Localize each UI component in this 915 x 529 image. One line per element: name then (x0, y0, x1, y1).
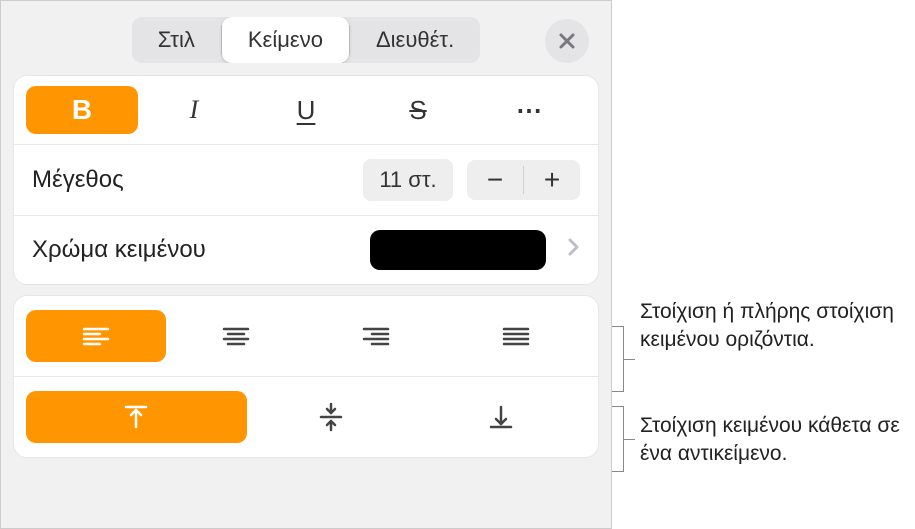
callout-horizontal: Στοίχιση ή πλήρης στοίχιση κειμένου οριζ… (640, 298, 905, 355)
strikethrough-button[interactable]: S (362, 86, 474, 134)
more-button[interactable]: ⋯ (474, 86, 586, 134)
strikethrough-icon: S (409, 95, 426, 126)
text-color-label: Χρώμα κειμένου (32, 236, 356, 264)
size-stepper: − + (467, 160, 580, 200)
align-justify-icon (502, 326, 530, 346)
bold-button[interactable]: B (26, 86, 138, 134)
size-value[interactable]: 11 στ. (363, 159, 453, 201)
chevron-right-icon[interactable] (560, 236, 588, 264)
valign-top-icon (124, 404, 148, 430)
tabs-row: Στιλ Κείμενο Διευθέτ. (1, 1, 611, 71)
text-color-row[interactable]: Χρώμα κειμένου (14, 216, 598, 284)
font-size-row: Μέγεθος 11 στ. − + (14, 145, 598, 216)
underline-icon: U (297, 95, 316, 126)
horizontal-align-row (14, 296, 598, 376)
size-label: Μέγεθος (32, 166, 349, 194)
style-row: B I U S ⋯ (14, 76, 598, 145)
valign-bottom-button[interactable] (416, 391, 586, 443)
align-center-button[interactable] (166, 310, 306, 362)
italic-button[interactable]: I (138, 86, 250, 134)
tab-arrange[interactable]: Διευθέτ. (350, 17, 480, 63)
more-icon: ⋯ (516, 95, 544, 126)
alignment-section (13, 295, 599, 458)
callout-bracket (612, 406, 624, 472)
valign-top-button[interactable] (26, 391, 247, 443)
tab-style[interactable]: Στιλ (132, 17, 221, 63)
valign-middle-icon (319, 402, 343, 432)
color-swatch[interactable] (370, 230, 546, 270)
close-button[interactable] (545, 19, 589, 63)
align-justify-button[interactable] (446, 310, 586, 362)
vertical-align-row (14, 376, 598, 457)
close-icon (558, 32, 576, 50)
size-increase-button[interactable]: + (524, 160, 580, 200)
tab-text[interactable]: Κείμενο (222, 17, 349, 63)
align-left-button[interactable] (26, 310, 166, 362)
text-format-section: B I U S ⋯ Μέγεθος 11 στ. − + Χρώμα κειμέ… (13, 75, 599, 285)
callout-bracket (612, 326, 624, 392)
valign-bottom-icon (489, 404, 513, 430)
text-inspector-panel: Στιλ Κείμενο Διευθέτ. B I U S ⋯ (0, 0, 612, 529)
callout-vertical: Στοίχιση κειμένου κάθετα σε ένα αντικείμ… (640, 412, 905, 469)
segmented-control: Στιλ Κείμενο Διευθέτ. (132, 17, 481, 63)
valign-middle-button[interactable] (247, 391, 417, 443)
size-decrease-button[interactable]: − (467, 160, 523, 200)
align-right-button[interactable] (306, 310, 446, 362)
align-left-icon (82, 326, 110, 346)
underline-button[interactable]: U (250, 86, 362, 134)
align-center-icon (222, 326, 250, 346)
align-right-icon (362, 326, 390, 346)
